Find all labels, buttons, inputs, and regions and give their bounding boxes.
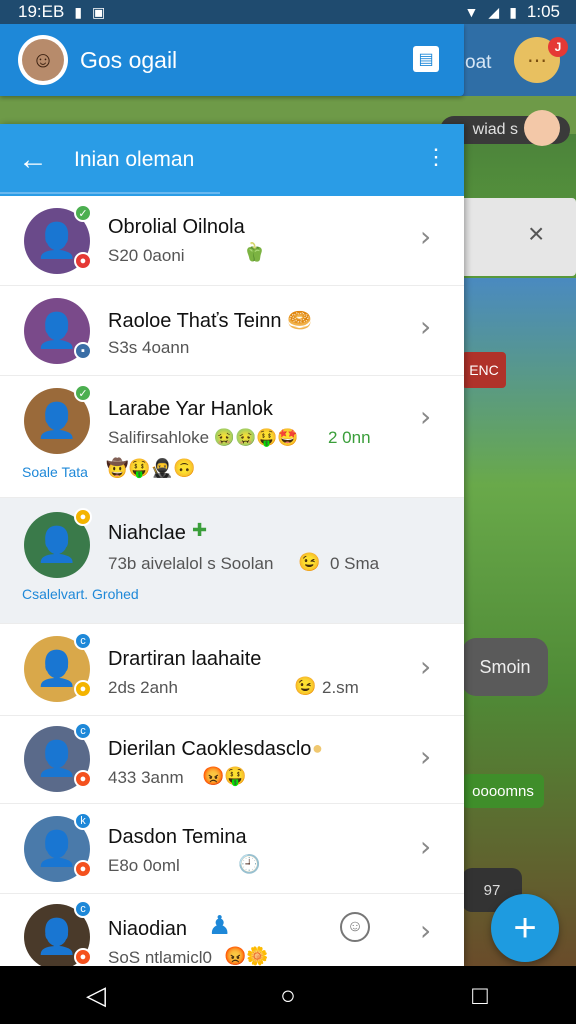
photo-icon: ▣ [92, 4, 106, 20]
app-header: ☺ Gos ogail ▤ [0, 24, 464, 96]
contact-list: 👤 ✓ ● Obrolial Oilnola S20 0aoni 🫑 › 👤 ▪… [0, 196, 464, 966]
contact-emoji: 😉 [294, 676, 317, 696]
contact-emoji: 😉 [298, 552, 321, 572]
contact-row-selected[interactable]: 👤 ● Niahclae ✚ 73b aivelalol s Soolan 😉 … [0, 498, 464, 624]
add-icon: ✚ [192, 520, 208, 540]
background-appbar-text: oat [465, 52, 492, 73]
back-arrow-icon[interactable]: ← [18, 145, 48, 175]
status-dot-icon: ● [312, 738, 323, 758]
status-time: 19:EB [18, 2, 65, 21]
contact-time: 2 0nn [328, 428, 371, 447]
online-badge: ✓ [74, 204, 92, 222]
contact-row[interactable]: 👤 c ● Dierilan Caoklesdasclo ● 433 3anm … [0, 716, 464, 804]
contact-emoji: 🕘 [238, 854, 261, 874]
signal-icon: ◢ [488, 4, 500, 20]
status-badge: ● [74, 860, 92, 878]
tab-indicator [0, 192, 220, 194]
status-badge: ▪ [74, 342, 92, 360]
contact-subtitle: S3s 4oann [108, 338, 190, 357]
contact-subtitle: 73b aivelalol s Soolan [108, 554, 274, 573]
screen: 19:EB ▮ ▣ ▼ ◢ ▮ 1:05 oat ⋯ J wiad s × EN… [0, 0, 576, 1024]
background-face [524, 110, 560, 146]
contact-name: Larabe Yar Hanlok [108, 398, 273, 420]
chevron-right-icon[interactable]: › [420, 310, 431, 343]
contact-subtitle: Salifirsahloke 🤢🤢🤑🤩 [108, 428, 299, 447]
contact-row[interactable]: 👤 c ● Niaodian ♟ ☺ SoS ntlamicl0 😡🌼 › [0, 894, 464, 966]
status-badge: k [74, 812, 92, 830]
background-tag: ENC [462, 352, 506, 388]
contact-tag: Soale Tata [22, 464, 88, 480]
background-green-pill[interactable]: oooomns [462, 774, 544, 808]
chevron-right-icon[interactable]: › [420, 650, 431, 683]
contact-row[interactable]: 👤 ✓ Larabe Yar Hanlok Salifirsahloke 🤢🤢🤑… [0, 376, 464, 498]
background-dark-pill[interactable]: Smoin [462, 638, 548, 696]
back-nav-icon[interactable]: ◁ [66, 980, 126, 1011]
calendar-icon[interactable]: ▤ [413, 46, 439, 72]
contact-subtitle: 433 3anm [108, 768, 184, 787]
chevron-right-icon[interactable]: › [420, 914, 431, 947]
home-nav-icon[interactable]: ○ [258, 980, 318, 1011]
status-badge: c [74, 722, 92, 740]
contact-emoji: 😡🌼 [224, 946, 269, 966]
contact-name: Raoloe Thaťs Teinn 🥯 [108, 310, 313, 332]
contact-name: Dasdon Temina [108, 826, 247, 848]
contact-emoji: 🤠🤑🥷🙃 [106, 458, 196, 478]
plus-icon: + [513, 905, 537, 950]
contact-subtitle: 2ds 2anh [108, 678, 178, 697]
contact-emoji: 😡🤑 [202, 766, 247, 786]
contact-row[interactable]: 👤 c ● Drartiran laahaite 2ds 2anh 😉 2.sm… [0, 624, 464, 716]
contacts-panel: ← Inian oleman ⋮ 👤 ✓ ● Obrolial Oilnola … [0, 124, 464, 966]
dots-icon: ⋯ [527, 49, 547, 72]
panel-toolbar: ← Inian oleman ⋮ [0, 124, 464, 196]
status-badge: ● [74, 948, 92, 966]
notification-badge: J [548, 37, 568, 57]
battery-icon: ▮ [509, 4, 517, 20]
status-badge: ● [74, 770, 92, 788]
chevron-right-icon[interactable]: › [420, 400, 431, 433]
contact-subtitle: SoS ntlamicl0 [108, 948, 212, 966]
recents-nav-icon[interactable]: □ [450, 980, 510, 1011]
close-icon[interactable]: × [528, 218, 544, 250]
app-title: Gos ogail [80, 46, 178, 73]
contact-row[interactable]: 👤 k ● Dasdon Temina E8o 0oml 🕘 › [0, 804, 464, 894]
profile-avatar-image: ☺ [22, 39, 64, 81]
status-bar: 19:EB ▮ ▣ ▼ ◢ ▮ 1:05 [0, 0, 576, 24]
chevron-right-icon[interactable]: › [420, 740, 431, 773]
wifi-icon: ▼ [464, 4, 479, 20]
contact-emoji: 🫑 [243, 242, 266, 262]
contact-name: Niaodian [108, 918, 187, 940]
panel-title: Inian oleman [74, 148, 195, 171]
profile-circle-icon[interactable]: ☺ [340, 912, 370, 942]
status-badge: ● [74, 680, 92, 698]
chevron-right-icon[interactable]: › [420, 830, 431, 863]
system-nav-bar: ◁ ○ □ [0, 966, 576, 1024]
add-button[interactable]: + [491, 894, 559, 962]
contact-row[interactable]: 👤 ▪ Raoloe Thaťs Teinn 🥯 S3s 4oann › [0, 286, 464, 376]
sim-icon: ▮ [74, 4, 83, 20]
profile-avatar[interactable]: ☺ [18, 35, 68, 85]
robot-icon: ♟ [208, 910, 232, 940]
contact-time: 0 Sma [330, 554, 380, 573]
contact-row[interactable]: 👤 ✓ ● Obrolial Oilnola S20 0aoni 🫑 › [0, 196, 464, 286]
contact-subtitle: S20 0aoni [108, 246, 185, 265]
status-badge: c [74, 632, 92, 650]
contact-subtitle: E8o 0oml [108, 856, 180, 875]
status-badge: ● [74, 508, 92, 526]
chevron-right-icon[interactable]: › [420, 220, 431, 253]
alert-badge: ● [74, 252, 92, 270]
contact-name: Drartiran laahaite [108, 648, 262, 670]
status-clock: 1:05 [526, 2, 560, 21]
contact-name: Dierilan Caoklesdasclo [108, 738, 312, 760]
contact-tag: Csalelvart. Grohed [22, 586, 139, 602]
status-badge: c [74, 900, 92, 918]
contact-time: 2.sm [322, 678, 359, 697]
contact-name: Obrolial Oilnola [108, 216, 245, 238]
online-badge: ✓ [74, 384, 92, 402]
contact-name: Niahclae [108, 522, 186, 544]
more-options-icon[interactable]: ⋮ [425, 146, 447, 168]
